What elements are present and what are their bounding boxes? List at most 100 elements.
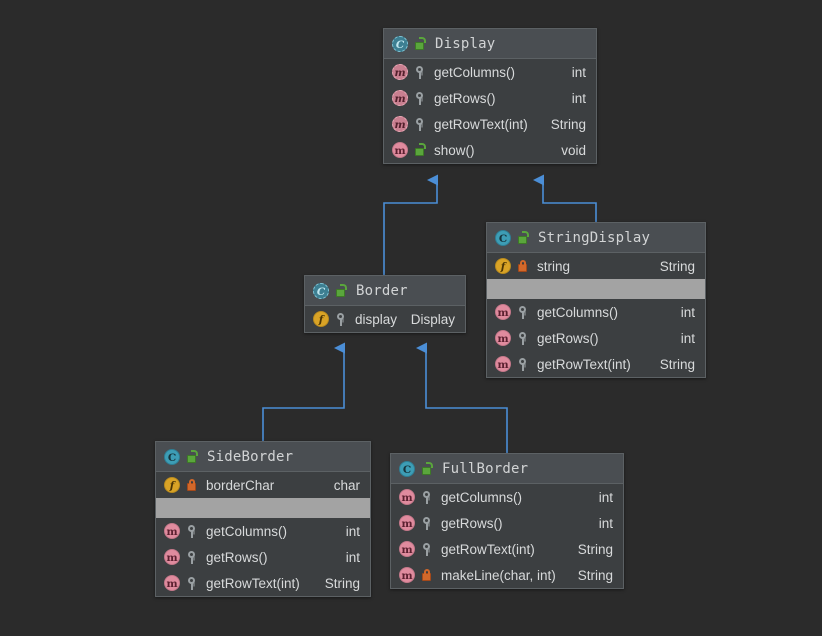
member-row[interactable]: m getRows() int <box>156 544 370 570</box>
section-separator-bar <box>487 279 705 299</box>
package-key-icon <box>516 356 529 372</box>
public-lock-icon <box>185 449 198 465</box>
method-icon: m <box>495 356 511 372</box>
field-row[interactable]: f string String <box>487 253 705 279</box>
class-methods-sideborder: m getColumns() int m getRows() int m get… <box>156 518 370 596</box>
method-icon: m <box>495 330 511 346</box>
member-type: String <box>324 575 360 591</box>
member-name: getColumns() <box>206 523 288 539</box>
member-row[interactable]: m getRowText(int) String <box>384 111 596 137</box>
field-icon: f <box>495 258 511 274</box>
abstract-method-icon: m <box>392 64 408 80</box>
abstract-method-icon: m <box>392 116 408 132</box>
member-row[interactable]: m makeLine(char, int) String <box>391 562 623 588</box>
class-name-border: Border <box>356 282 408 299</box>
member-type: int <box>598 489 613 505</box>
member-type: int <box>680 304 695 320</box>
edge-stringdisplay-to-display <box>533 174 597 222</box>
package-key-icon <box>420 515 433 531</box>
member-row[interactable]: m getRows() int <box>487 325 705 351</box>
member-type: String <box>659 356 695 372</box>
class-node-border[interactable]: C Border f display Display <box>304 275 466 333</box>
member-name: getColumns() <box>537 304 619 320</box>
package-key-icon <box>185 575 198 591</box>
class-node-display[interactable]: C Display m getColumns() int m getRows()… <box>383 28 597 164</box>
method-icon: m <box>392 142 408 158</box>
class-methods-stringdisplay: m getColumns() int m getRows() int m get… <box>487 299 705 377</box>
member-row[interactable]: m getRowText(int) String <box>156 570 370 596</box>
package-key-icon <box>185 549 198 565</box>
abstract-class-icon: C <box>392 35 408 52</box>
package-key-icon <box>420 489 433 505</box>
member-row[interactable]: m getRowText(int) String <box>487 351 705 377</box>
class-node-fullborder[interactable]: C FullBorder m getColumns() int m getRow… <box>390 453 624 589</box>
class-icon: C <box>399 460 415 477</box>
member-name: getRows() <box>441 515 503 531</box>
member-row[interactable]: m getRows() int <box>391 510 623 536</box>
abstract-class-icon: C <box>313 282 329 299</box>
method-icon: m <box>399 489 415 505</box>
member-name: getRows() <box>206 549 268 565</box>
member-row[interactable]: m show() void <box>384 137 596 163</box>
class-icon: C <box>495 229 511 246</box>
method-icon: m <box>399 567 415 583</box>
field-name: borderChar <box>206 477 275 493</box>
field-type: Display <box>410 311 455 327</box>
public-lock-icon <box>516 230 529 246</box>
private-lock-icon <box>185 477 198 493</box>
class-header-stringdisplay[interactable]: C StringDisplay <box>487 223 705 253</box>
member-type: int <box>345 549 360 565</box>
diagram-canvas[interactable]: C Display m getColumns() int m getRows()… <box>0 0 822 636</box>
public-lock-icon <box>420 461 433 477</box>
package-key-icon <box>516 304 529 320</box>
public-lock-icon <box>413 142 426 158</box>
class-icon: C <box>164 448 180 465</box>
class-header-border[interactable]: C Border <box>305 276 465 306</box>
member-type: int <box>345 523 360 539</box>
field-row[interactable]: f borderChar char <box>156 472 370 498</box>
class-name-sideborder: SideBorder <box>207 448 294 465</box>
class-header-display[interactable]: C Display <box>384 29 596 59</box>
class-header-sideborder[interactable]: C SideBorder <box>156 442 370 472</box>
member-name: makeLine(char, int) <box>441 567 556 583</box>
method-icon: m <box>399 515 415 531</box>
member-row[interactable]: m getColumns() int <box>391 484 623 510</box>
package-key-icon <box>413 90 426 106</box>
field-icon: f <box>164 477 180 493</box>
class-methods-fullborder: m getColumns() int m getRows() int m get… <box>391 484 623 588</box>
edge-border-to-display <box>383 174 438 275</box>
member-type: String <box>577 567 613 583</box>
package-key-icon <box>413 116 426 132</box>
class-name-fullborder: FullBorder <box>442 460 529 477</box>
member-name: getRows() <box>434 90 496 106</box>
field-type: char <box>333 477 360 493</box>
member-row[interactable]: m getRowText(int) String <box>391 536 623 562</box>
member-row[interactable]: m getColumns() int <box>487 299 705 325</box>
member-type: int <box>571 90 586 106</box>
field-name: display <box>355 311 398 327</box>
field-icon: f <box>313 311 329 327</box>
class-fields-border: f display Display <box>305 306 465 332</box>
abstract-method-icon: m <box>392 90 408 106</box>
field-type: String <box>659 258 695 274</box>
member-name: getColumns() <box>434 64 516 80</box>
package-key-icon <box>334 311 347 327</box>
member-type: String <box>577 541 613 557</box>
member-name: getRowText(int) <box>441 541 535 557</box>
method-icon: m <box>164 575 180 591</box>
member-type: int <box>680 330 695 346</box>
member-row[interactable]: m getColumns() int <box>384 59 596 85</box>
member-row[interactable]: m getRows() int <box>384 85 596 111</box>
member-row[interactable]: m getColumns() int <box>156 518 370 544</box>
field-row[interactable]: f display Display <box>305 306 465 332</box>
method-icon: m <box>164 523 180 539</box>
class-fields-sideborder: f borderChar char <box>156 472 370 498</box>
class-name-display: Display <box>435 35 496 52</box>
private-lock-icon <box>420 567 433 583</box>
member-name: getColumns() <box>441 489 523 505</box>
member-type: int <box>571 64 586 80</box>
member-name: show() <box>434 142 475 158</box>
class-node-stringdisplay[interactable]: C StringDisplay f string String m getCol… <box>486 222 706 378</box>
class-header-fullborder[interactable]: C FullBorder <box>391 454 623 484</box>
class-node-sideborder[interactable]: C SideBorder f borderChar char m getColu… <box>155 441 371 597</box>
